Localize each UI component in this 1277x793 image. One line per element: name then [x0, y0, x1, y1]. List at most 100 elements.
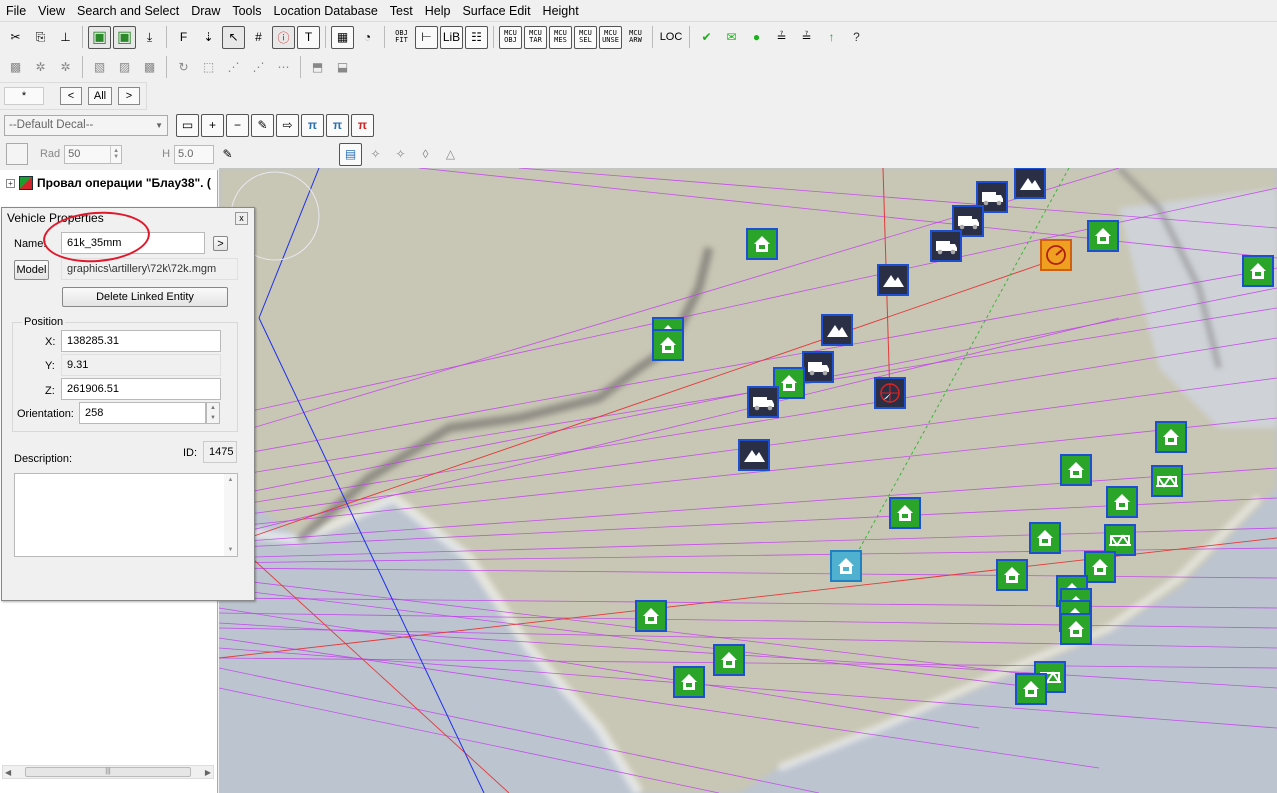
x-field[interactable]: 138285.31 [61, 330, 221, 352]
checker-icon[interactable]: ▩ [138, 56, 161, 79]
layer-2-icon[interactable]: ≟ [795, 26, 818, 49]
select-box-icon[interactable]: ⬚ [197, 56, 220, 79]
house-marker-icon[interactable] [1087, 220, 1119, 252]
brush-fill-icon[interactable]: ▤ [339, 142, 362, 166]
truck-marker-icon[interactable] [802, 351, 834, 383]
decal-frame-icon[interactable]: ▭ [176, 113, 199, 137]
scroll-left-icon[interactable]: ◀ [5, 768, 11, 777]
house-marker-icon[interactable] [746, 228, 778, 260]
menu-height[interactable]: Height [537, 0, 585, 22]
house-marker-selected-icon[interactable] [830, 550, 862, 582]
house-marker-icon[interactable] [1242, 255, 1274, 287]
menu-location-database[interactable]: Location Database [268, 0, 384, 22]
copy-icon[interactable]: ⎘ [29, 26, 52, 49]
pi-scatter-icon[interactable]: π [301, 113, 324, 137]
stepper-arrows-icon[interactable]: ▲ ▼ [110, 145, 121, 163]
mountain-marker-icon[interactable] [738, 439, 770, 471]
path-edit-icon[interactable]: ⋯ [272, 56, 295, 79]
list-prop-icon[interactable]: ☷ [465, 25, 488, 49]
z-field[interactable]: 261906.51 [61, 378, 221, 400]
description-scrollbar[interactable]: ▲ ▼ [224, 474, 237, 556]
terrain-grid-icon[interactable]: ▩ [4, 56, 27, 79]
scroll-right-icon[interactable]: ▶ [205, 768, 211, 777]
menu-help[interactable]: Help [419, 0, 457, 22]
layers-stack-icon[interactable]: ▣ [113, 25, 136, 49]
mcu-mes-button[interactable]: MCU MES [549, 25, 572, 49]
house-marker-icon[interactable] [652, 329, 684, 361]
menu-draw[interactable]: Draw [185, 0, 226, 22]
menu-view[interactable]: View [32, 0, 71, 22]
object-pull-icon[interactable]: ⬓ [331, 56, 354, 79]
bridge-marker-icon[interactable] [1151, 465, 1183, 497]
name-field[interactable]: 61k_35mm [61, 232, 205, 254]
house-marker-icon[interactable] [1060, 454, 1092, 486]
envelope-icon[interactable]: ✉ [720, 26, 743, 49]
mcu-arw-button[interactable]: MCU ARW [624, 26, 647, 49]
mountain-marker-icon[interactable] [821, 314, 853, 346]
map-canvas[interactable] [219, 168, 1277, 793]
wand-plus-icon[interactable]: ✲ [54, 56, 77, 79]
menu-search-and-select[interactable]: Search and Select [71, 0, 185, 22]
check-icon[interactable]: ✔ [695, 26, 718, 49]
minus-icon[interactable]: − [226, 113, 249, 137]
menu-file[interactable]: File [0, 0, 32, 22]
drop-icon[interactable]: ◊ [414, 143, 437, 166]
next-button[interactable]: > [118, 87, 140, 105]
path-add-icon[interactable]: ⋰ [222, 56, 245, 79]
layers-green-icon[interactable]: ▣ [88, 25, 111, 49]
hierarchy-icon[interactable]: ⊢ [415, 25, 438, 49]
house-marker-icon[interactable] [1155, 421, 1187, 453]
house-marker-icon[interactable] [1060, 613, 1092, 645]
tree-horizontal-scrollbar[interactable]: ◀ ||| ▶ [2, 765, 214, 779]
cone-icon[interactable]: △ [439, 143, 462, 166]
grid-hash-icon[interactable]: # [247, 26, 270, 49]
brush-remove-icon[interactable]: ✧ [389, 143, 412, 166]
arrow-into-icon[interactable]: ⇨ [276, 113, 299, 137]
description-field[interactable]: ▲ ▼ [14, 473, 238, 557]
compass-icon[interactable]: ◔ [356, 26, 379, 49]
house-marker-icon[interactable] [1084, 551, 1116, 583]
dot-icon[interactable]: ● [745, 26, 768, 49]
graph-mode-icon[interactable]: ▦ [331, 25, 354, 49]
model-button[interactable]: Model [14, 260, 49, 280]
layer-1-icon[interactable]: ≟ [770, 26, 793, 49]
info-box-icon[interactable]: ⓘ [272, 25, 295, 49]
select-z-icon[interactable]: ↖ [222, 25, 245, 49]
decal-dropdown[interactable]: --Default Decal-- ▼ [4, 114, 168, 136]
h-field[interactable]: 5.0 [174, 144, 214, 164]
font-f-icon[interactable]: F [172, 26, 195, 49]
lib-button[interactable]: LiB [440, 25, 463, 49]
close-button[interactable]: x [235, 212, 248, 225]
house-marker-icon[interactable] [673, 666, 705, 698]
eyedropper-icon[interactable]: ✎ [251, 113, 274, 137]
house-marker-icon[interactable] [635, 600, 667, 632]
mountain-marker-icon[interactable] [1014, 168, 1046, 199]
pi-red-icon[interactable]: π [351, 113, 374, 137]
menu-surface-edit[interactable]: Surface Edit [456, 0, 536, 22]
plus-icon[interactable]: + [201, 113, 224, 137]
house-marker-icon[interactable] [713, 644, 745, 676]
tree-item-mission[interactable]: + Провал операции "Блау38". ( [6, 176, 211, 190]
house-marker-icon[interactable] [1029, 522, 1061, 554]
orientation-stepper-icon[interactable]: ▲ ▼ [206, 402, 220, 424]
cut-icon[interactable]: ✂ [4, 26, 27, 49]
download-icon[interactable]: ⤓ [138, 26, 161, 49]
all-button[interactable]: All [88, 87, 112, 105]
mcu-obj-button[interactable]: MCU OBJ [499, 25, 522, 49]
target-marker-icon[interactable] [874, 377, 906, 409]
orientation-field[interactable]: 258 [79, 402, 206, 424]
help-icon[interactable]: ? [845, 26, 868, 49]
map-viewport[interactable] [219, 168, 1277, 793]
wand-icon[interactable]: ✲ [29, 56, 52, 79]
pi-check-icon[interactable]: π [326, 113, 349, 137]
image-icon[interactable]: ▨ [113, 56, 136, 79]
color-swatch[interactable] [6, 143, 28, 165]
house-marker-icon[interactable] [1106, 486, 1138, 518]
truck-marker-icon[interactable] [747, 386, 779, 418]
rad-stepper[interactable]: 50 ▲ ▼ [64, 144, 123, 164]
artillery-marker-icon[interactable] [1040, 239, 1072, 271]
filter-star-button[interactable]: * [4, 87, 44, 105]
name-next-button[interactable]: > [213, 236, 228, 251]
obj-fit-button[interactable]: OBJ FIT [390, 26, 413, 49]
mcu-tar-button[interactable]: MCU TAR [524, 25, 547, 49]
